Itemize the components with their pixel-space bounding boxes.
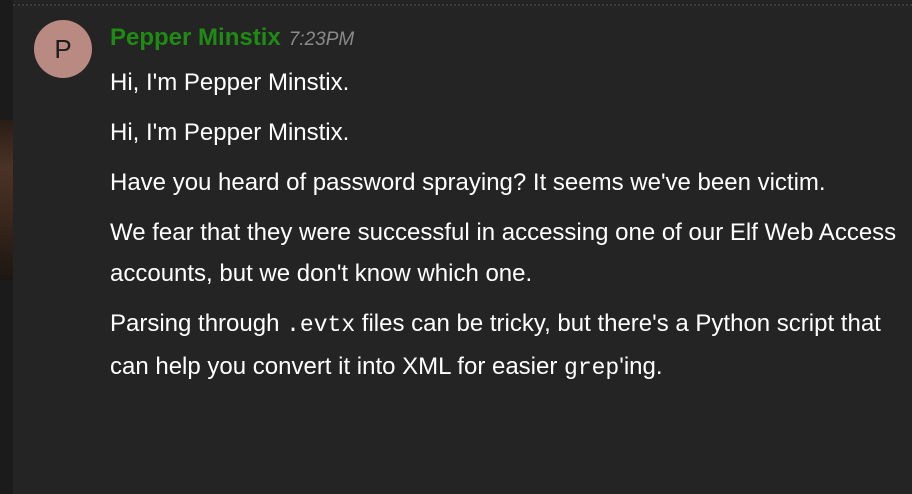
message-line: Hi, I'm Pepper Minstix. bbox=[110, 69, 350, 96]
avatar[interactable]: P bbox=[34, 20, 92, 78]
chat-message: P Pepper Minstix 7:23PM Hi, I'm Pepper Mi… bbox=[13, 6, 912, 494]
message-line-with-code: Parsing through .evtx files can be trick… bbox=[110, 303, 910, 389]
message-line: We fear that they were successful in acc… bbox=[110, 219, 897, 287]
background-image-strip bbox=[0, 0, 13, 494]
inline-code-grep: grep bbox=[564, 355, 620, 381]
message-line: Have you heard of password spraying? It … bbox=[110, 169, 826, 196]
message-line: Hi, I'm Pepper Minstix. bbox=[110, 119, 350, 146]
avatar-letter: P bbox=[54, 33, 72, 64]
message-text: 'ing. bbox=[619, 353, 663, 380]
background-photo bbox=[0, 120, 13, 280]
message-text: Parsing through bbox=[110, 310, 287, 337]
timestamp: 7:23PM bbox=[288, 29, 355, 50]
inline-code-evtx: .evtx bbox=[286, 312, 356, 338]
author-name[interactable]: Pepper Minstix bbox=[110, 24, 281, 51]
message-body: Hi, I'm Pepper Minstix. Hi, I'm Pepper M… bbox=[110, 62, 910, 398]
message-header: Pepper Minstix 7:23PM bbox=[110, 24, 354, 52]
